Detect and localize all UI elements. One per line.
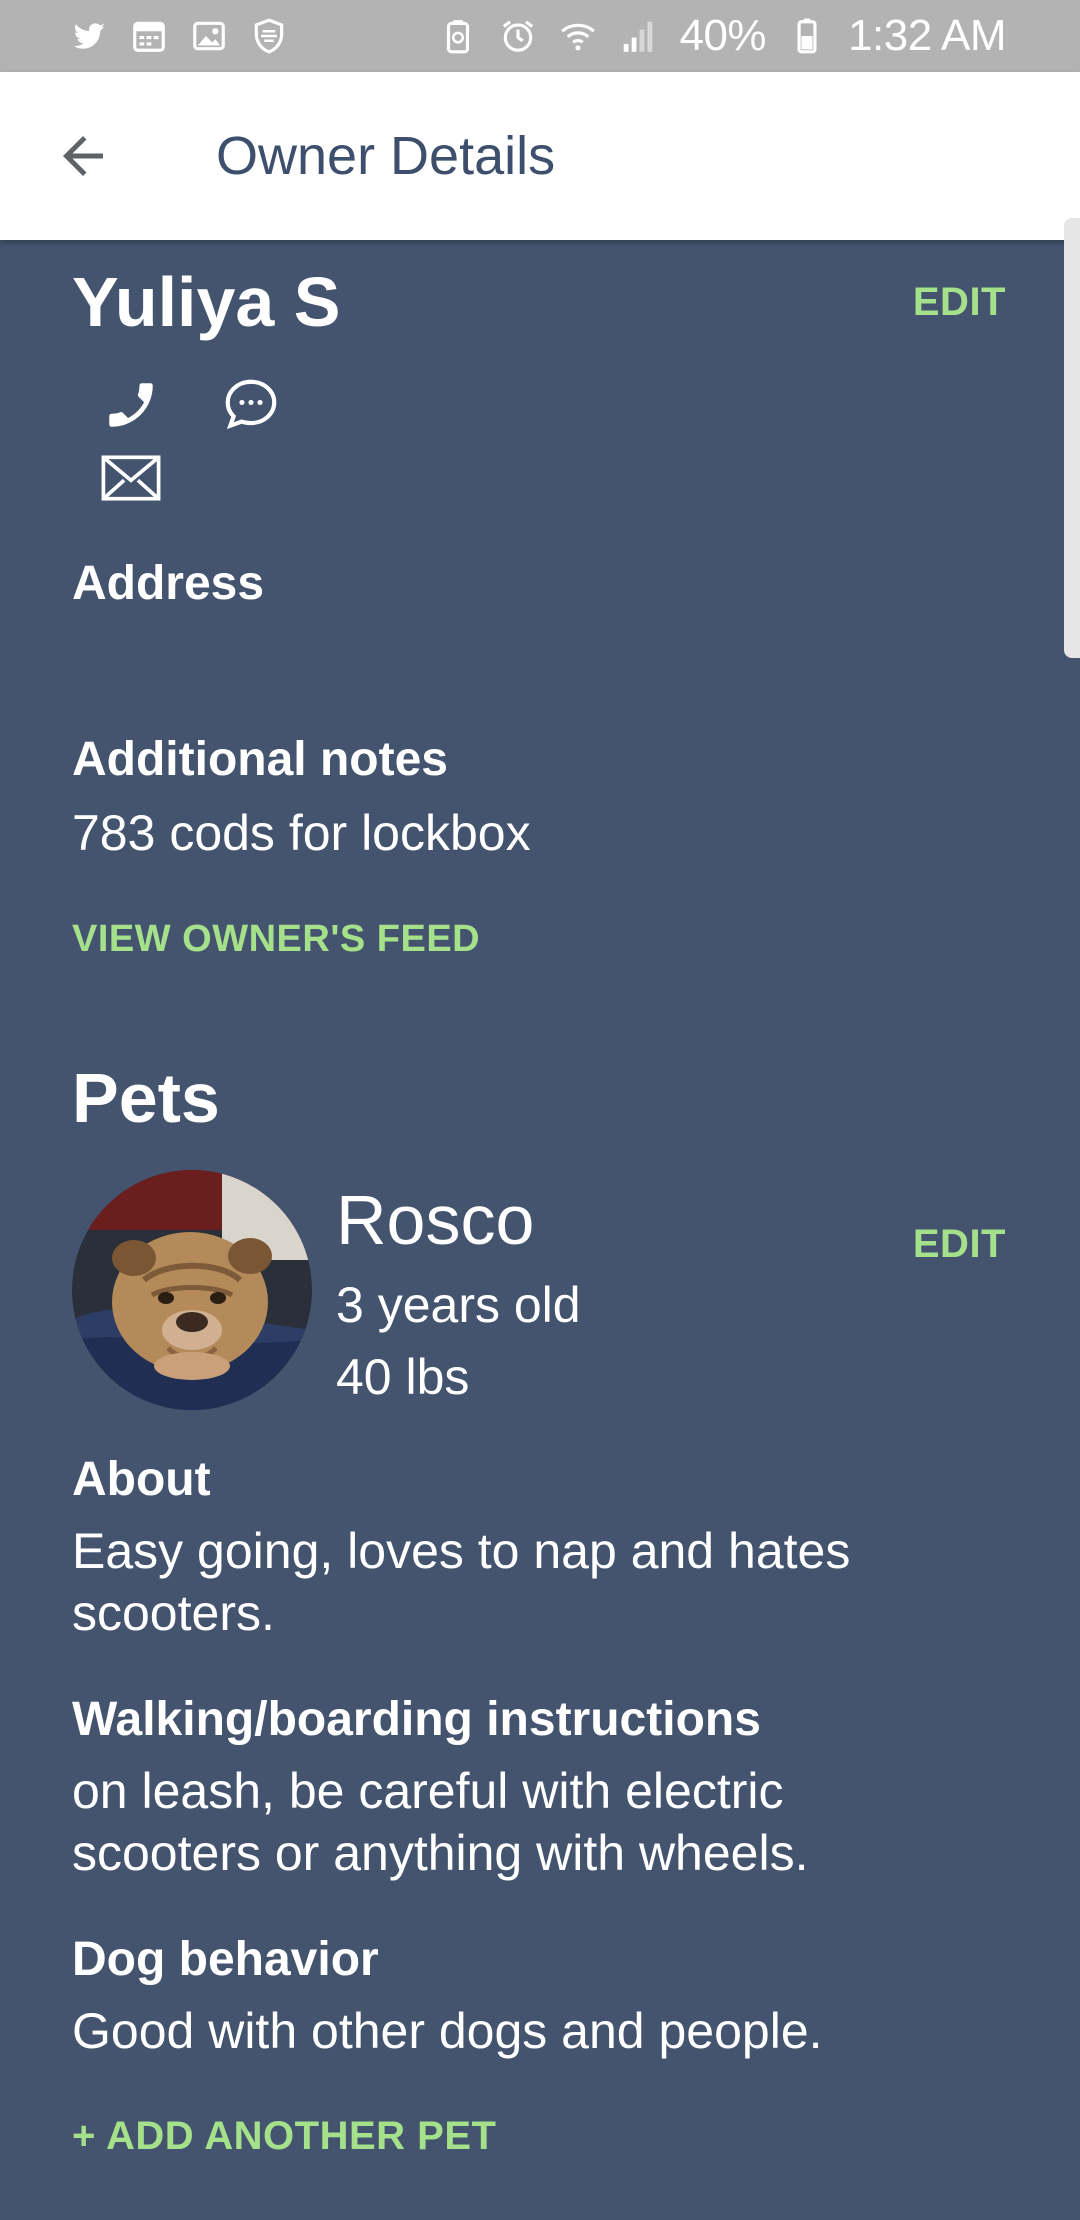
pet-about-value: Easy going, loves to nap and hates scoot… <box>72 1523 851 1641</box>
edit-pet-button[interactable]: EDIT <box>913 1222 1006 1267</box>
pet-age: 3 years old <box>336 1277 581 1333</box>
dog-behavior-value: Good with other dogs and people. <box>72 2003 823 2059</box>
edit-owner-button[interactable]: EDIT <box>913 280 1006 325</box>
page-title: Owner Details <box>216 126 556 186</box>
address-label: Address <box>72 557 265 610</box>
back-button[interactable] <box>48 121 118 191</box>
app-bar: Owner Details <box>0 72 1080 240</box>
mail-icon <box>101 455 161 501</box>
pets-heading: Pets <box>72 1059 220 1137</box>
additional-notes-value: 783 cods for lockbox <box>72 805 531 861</box>
walking-instructions-value: on leash, be careful with electric scoot… <box>72 1763 809 1881</box>
status-bar: 40% 1:32 AM <box>0 0 1080 72</box>
signal-icon <box>619 17 657 55</box>
walking-instructions-label: Walking/boarding instructions <box>72 1693 761 1746</box>
owner-details-content: Yuliya S EDIT Address Additional notes 7… <box>0 240 1080 2220</box>
phone-icon <box>109 383 153 427</box>
email-owner-button[interactable] <box>98 450 164 506</box>
call-owner-button[interactable] <box>98 372 164 438</box>
dog-behavior-label: Dog behavior <box>72 1933 379 1986</box>
arrow-left-icon <box>63 136 103 176</box>
status-time: 1:32 AM <box>848 11 1006 60</box>
battery-percentage: 40% <box>679 11 767 60</box>
calendar-icon <box>130 17 168 55</box>
battery-saver-icon <box>439 17 477 55</box>
scrollbar[interactable] <box>1064 218 1080 658</box>
status-bar-system: 40% 1:32 AM <box>439 11 1006 61</box>
pet-weight: 40 lbs <box>336 1349 470 1405</box>
image-icon <box>190 17 228 55</box>
twitter-icon <box>70 17 108 55</box>
alarm-icon <box>499 17 537 55</box>
add-another-pet-button[interactable]: + ADD ANOTHER PET <box>72 2114 496 2159</box>
bulldog-photo <box>72 1170 312 1410</box>
battery-icon <box>788 17 826 55</box>
shield-icon <box>250 17 288 55</box>
status-bar-notifications <box>70 17 288 55</box>
wifi-icon <box>559 17 597 55</box>
pet-about-label: About <box>72 1453 211 1506</box>
message-owner-button[interactable] <box>218 372 284 438</box>
pet-name: Rosco <box>336 1181 535 1259</box>
pet-avatar[interactable] <box>72 1170 312 1410</box>
chat-icon <box>225 379 277 430</box>
view-owner-feed-link[interactable]: VIEW OWNER'S FEED <box>72 918 480 961</box>
owner-name: Yuliya S <box>72 263 341 341</box>
additional-notes-label: Additional notes <box>72 733 448 786</box>
